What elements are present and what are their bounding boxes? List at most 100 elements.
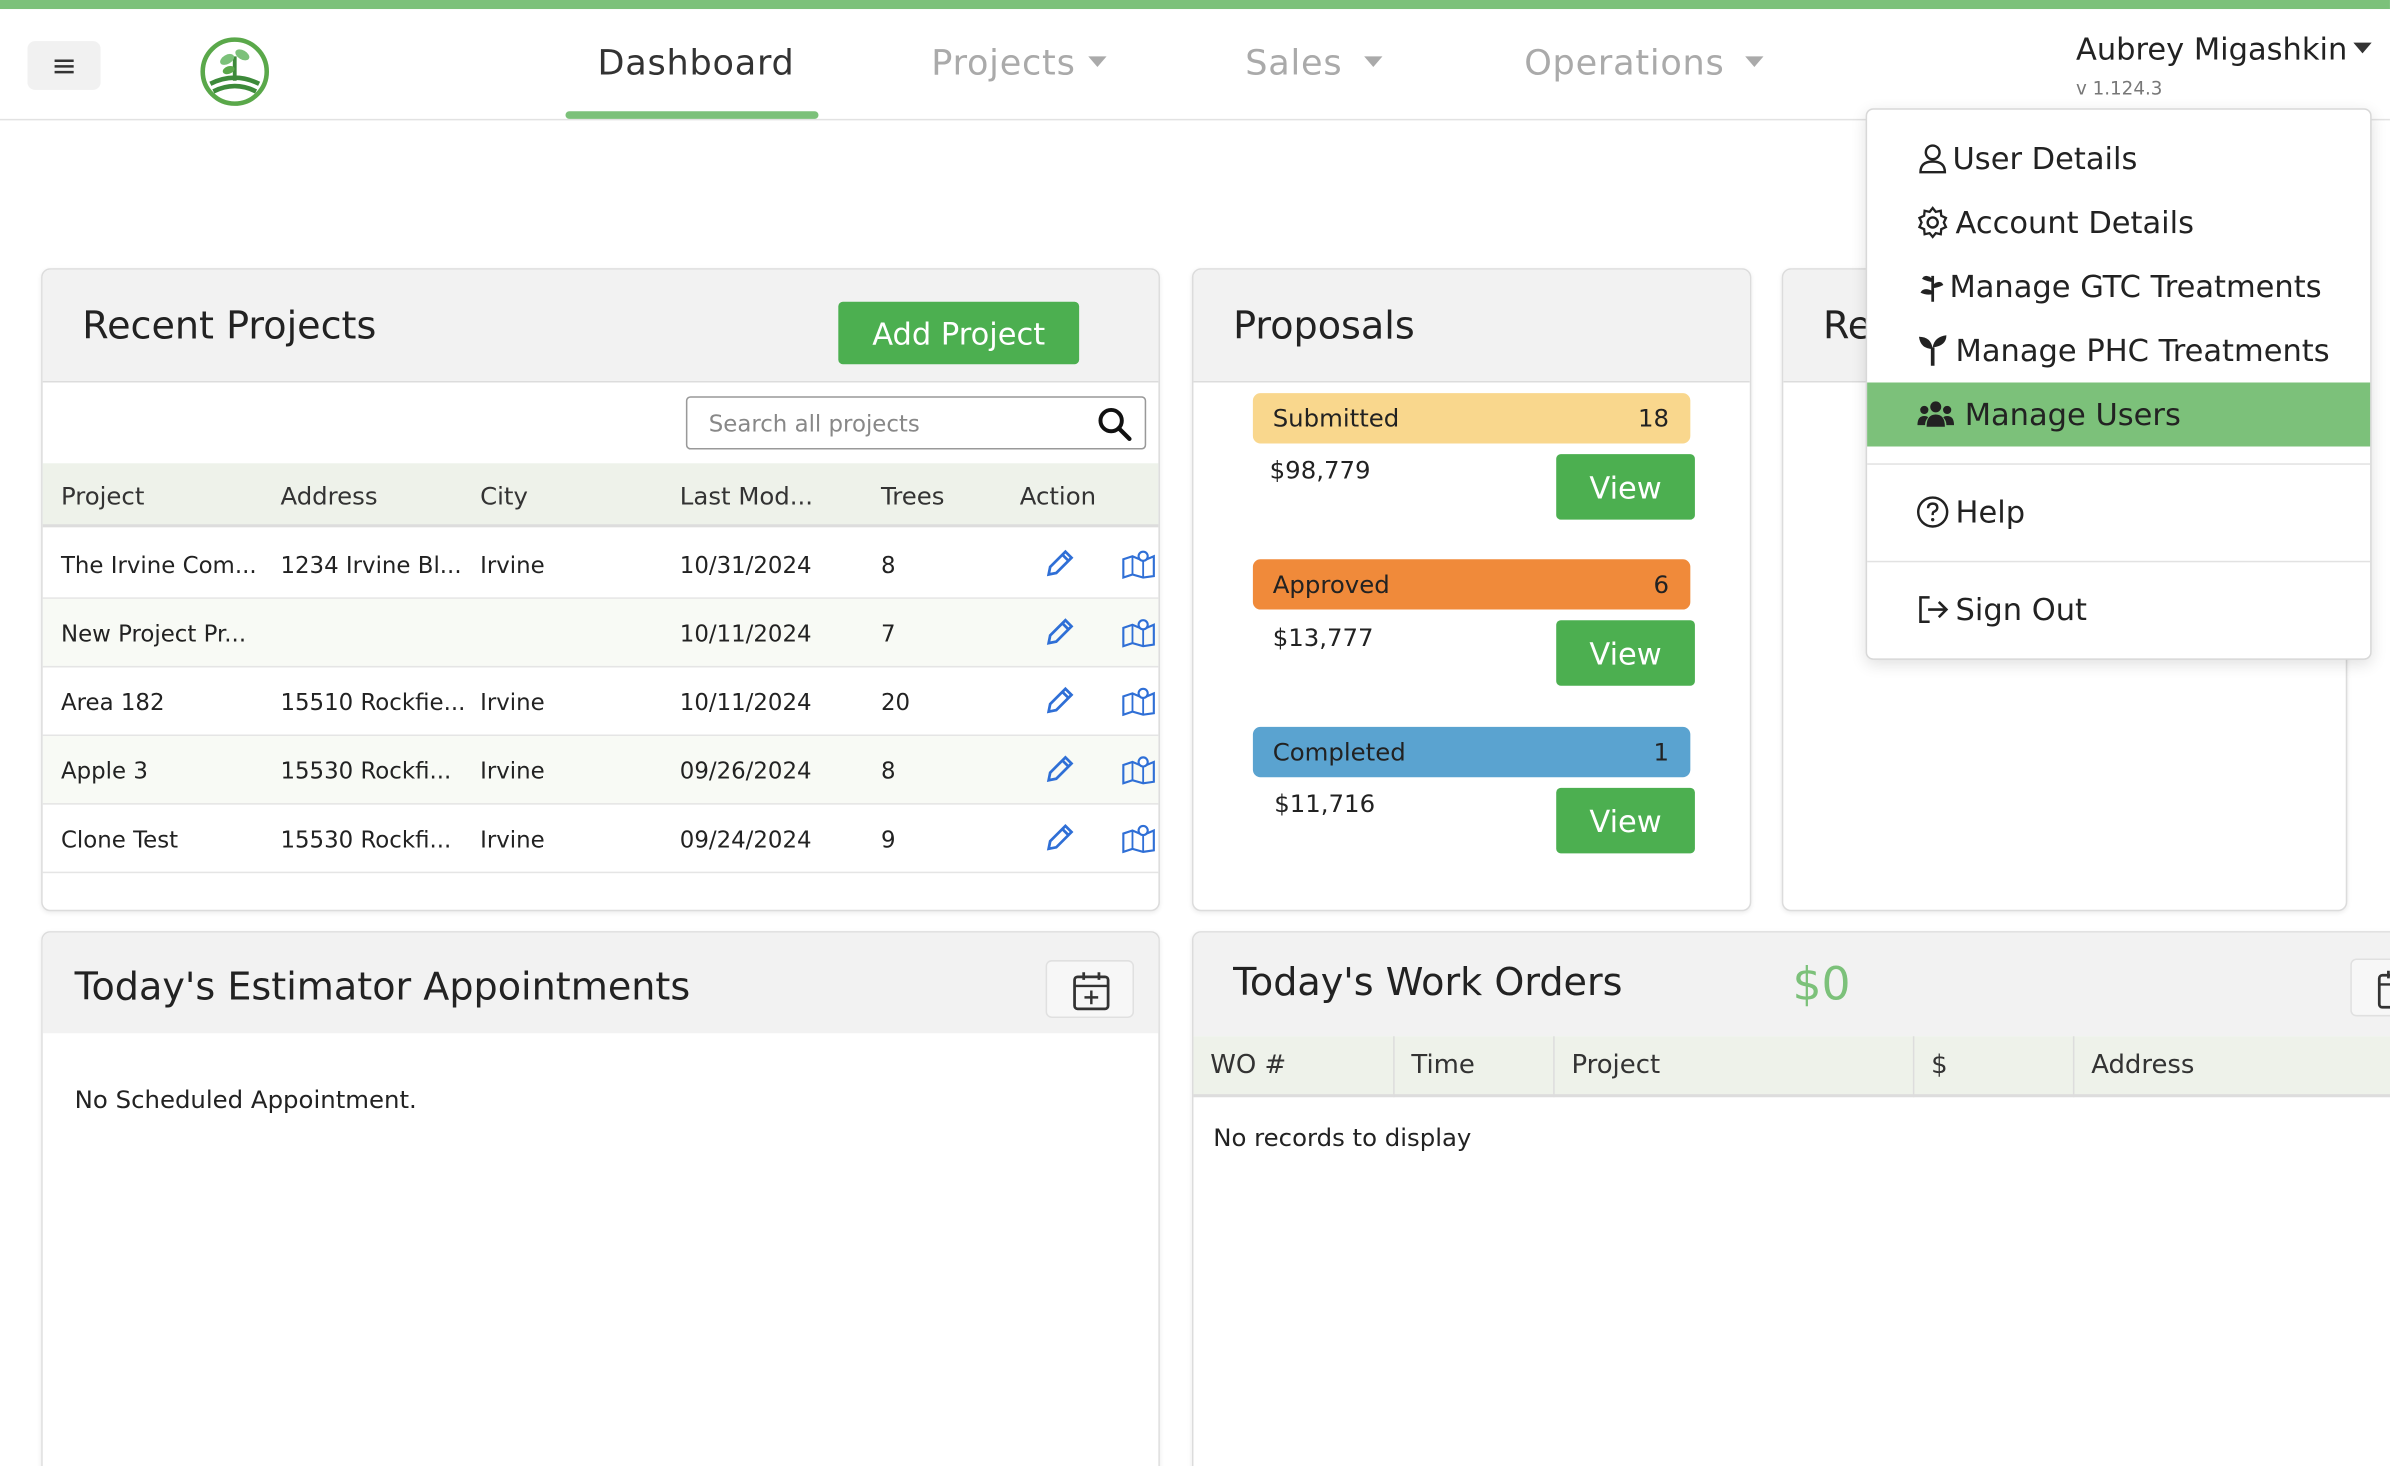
menu-item-label: Help xyxy=(1955,493,2026,531)
map-icon[interactable] xyxy=(1122,617,1156,648)
pencil-icon[interactable] xyxy=(1044,549,1074,579)
add-work-order-button[interactable] xyxy=(2350,958,2390,1017)
menu-divider xyxy=(1867,560,2371,563)
appointments-card: Today's Estimator Appointments No Schedu… xyxy=(41,931,1160,1466)
no-work-orders-text: No records to display xyxy=(1213,1123,1472,1153)
menu-item-manage-users[interactable]: Manage Users xyxy=(1867,382,2371,447)
cell-city: Irvine xyxy=(480,688,545,717)
plant-icon xyxy=(1920,275,1944,302)
nav-tab-operations-label: Operations xyxy=(1524,44,1725,84)
projects-table-header: Project Address City Last Mod... Trees A… xyxy=(42,463,1159,528)
nav-tab-projects[interactable]: Projects xyxy=(931,44,1107,84)
table-row[interactable]: New Project Pr... 10/11/2024 7 xyxy=(42,598,1159,668)
cell-address: 15510 Rockfie... xyxy=(280,688,466,717)
menu-item-label: User Details xyxy=(1952,140,2138,177)
table-row[interactable]: Clone Test 15530 Rockfi... Irvine 09/24/… xyxy=(42,805,1159,874)
table-row[interactable]: Apple 3 15530 Rockfi... Irvine 09/26/202… xyxy=(42,736,1159,805)
cell-project[interactable]: New Project Pr... xyxy=(61,620,246,647)
user-menu-toggle[interactable]: Aubrey Migashkin xyxy=(2076,30,2347,67)
proposal-completed-bar: Completed 1 xyxy=(1252,726,1691,778)
add-appointment-button[interactable] xyxy=(1045,960,1135,1018)
cell-project[interactable]: Area 182 xyxy=(61,689,165,716)
no-appointments-text: No Scheduled Appointment. xyxy=(74,1085,417,1114)
col-last-modified[interactable]: Last Mod... xyxy=(680,482,813,511)
cell-trees: 8 xyxy=(880,757,896,785)
map-icon[interactable] xyxy=(1122,686,1156,717)
cell-modified: 10/31/2024 xyxy=(679,551,812,580)
work-orders-header: Today's Work Orders $0 xyxy=(1193,932,2390,1037)
caret-down-icon xyxy=(1363,56,1383,68)
third-card-title: Re xyxy=(1822,303,1872,348)
cell-modified: 09/24/2024 xyxy=(679,825,812,854)
map-icon[interactable] xyxy=(1122,549,1156,580)
nav-tab-operations[interactable]: Operations xyxy=(1524,44,1765,84)
menu-item-user-details[interactable]: User Details xyxy=(1867,126,2370,190)
menu-item-manage-phc[interactable]: Manage PHC Treatments xyxy=(1867,318,2370,382)
nav-tab-projects-label: Projects xyxy=(931,44,1076,84)
appointments-header: Today's Estimator Appointments xyxy=(42,932,1159,1034)
view-completed-button[interactable]: View xyxy=(1556,787,1695,854)
table-row[interactable]: Area 182 15510 Rockfie... Irvine 10/11/2… xyxy=(42,667,1159,737)
menu-item-label: Account Details xyxy=(1955,204,2195,241)
proposal-status-label: Approved xyxy=(1272,569,1390,599)
cell-modified: 10/11/2024 xyxy=(679,688,812,717)
user-caret-down-icon[interactable] xyxy=(2353,42,2372,54)
menu-item-label: Sign Out xyxy=(1955,591,2088,628)
view-submitted-button[interactable]: View xyxy=(1556,454,1695,520)
nav-tab-dashboard[interactable]: Dashboard xyxy=(597,44,794,84)
work-orders-table-header: WO # Time Project $ Address xyxy=(1193,1036,2390,1098)
recent-projects-title: Recent Projects xyxy=(82,303,377,348)
work-orders-title: Today's Work Orders xyxy=(1233,960,1623,1005)
caret-down-icon xyxy=(1745,56,1765,68)
col-address[interactable]: Address xyxy=(2074,1036,2390,1097)
col-city[interactable]: City xyxy=(480,482,528,511)
cell-project[interactable]: The Irvine Com... xyxy=(61,552,257,579)
menu-item-manage-gtc[interactable]: Manage GTC Treatments xyxy=(1867,254,2370,318)
question-circle-icon xyxy=(1916,496,1949,528)
calendar-plus-icon xyxy=(2377,970,2390,1009)
cell-modified: 10/11/2024 xyxy=(679,620,812,648)
cell-trees: 8 xyxy=(880,551,896,580)
proposal-status-label: Completed xyxy=(1272,737,1406,767)
cell-project[interactable]: Clone Test xyxy=(61,826,178,853)
map-icon[interactable] xyxy=(1122,754,1156,785)
proposal-amount: $98,779 xyxy=(1269,455,1371,485)
table-row[interactable]: The Irvine Com... 1234 Irvine Bl... Irvi… xyxy=(42,530,1159,599)
sign-out-icon xyxy=(1919,596,1949,624)
proposals-card: Proposals Submitted 18 $98,779 View Appr… xyxy=(1191,268,1752,912)
menu-item-account-details[interactable]: Account Details xyxy=(1867,190,2370,254)
users-icon xyxy=(1917,401,1955,427)
add-project-button[interactable]: Add Project xyxy=(838,301,1080,365)
project-search-input[interactable] xyxy=(708,409,1075,438)
pencil-icon[interactable] xyxy=(1044,617,1074,647)
col-wo-number[interactable]: WO # xyxy=(1193,1036,1395,1098)
logo-icon[interactable] xyxy=(198,35,271,108)
nav-tab-sales[interactable]: Sales xyxy=(1245,44,1383,84)
pencil-icon[interactable] xyxy=(1044,754,1074,784)
pencil-icon[interactable] xyxy=(1044,686,1074,716)
proposal-count: 6 xyxy=(1653,569,1669,599)
col-amount[interactable]: $ xyxy=(1914,1036,2075,1098)
pencil-icon[interactable] xyxy=(1044,823,1074,853)
work-orders-total: $0 xyxy=(1792,958,1851,1012)
col-trees[interactable]: Trees xyxy=(881,482,945,511)
menu-divider xyxy=(1867,463,2371,465)
col-project[interactable]: Project xyxy=(1555,1036,1915,1098)
search-icon[interactable] xyxy=(1096,405,1133,442)
proposal-approved-bar: Approved 6 xyxy=(1252,559,1691,610)
col-time[interactable]: Time xyxy=(1395,1036,1555,1098)
menu-item-label: Manage Users xyxy=(1964,396,2181,433)
col-project[interactable]: Project xyxy=(61,482,144,511)
proposal-status-label: Submitted xyxy=(1272,403,1400,433)
sprout-icon xyxy=(1918,335,1947,366)
menu-item-sign-out[interactable]: Sign Out xyxy=(1867,578,2370,642)
view-approved-button[interactable]: View xyxy=(1556,620,1695,686)
hamburger-menu-button[interactable]: ≡ xyxy=(27,41,101,90)
cell-city: Irvine xyxy=(480,825,545,854)
map-icon[interactable] xyxy=(1122,823,1156,854)
col-address[interactable]: Address xyxy=(280,482,377,511)
cell-project[interactable]: Apple 3 xyxy=(61,757,148,784)
proposal-amount: $13,777 xyxy=(1272,623,1374,653)
proposal-count: 1 xyxy=(1653,737,1669,767)
menu-item-help[interactable]: Help xyxy=(1867,480,2370,544)
